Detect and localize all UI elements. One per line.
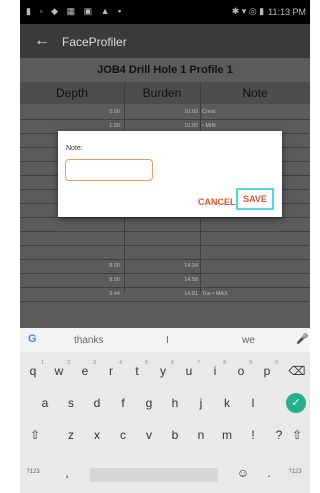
key-j[interactable]: j bbox=[190, 396, 212, 410]
key-g[interactable]: g bbox=[138, 396, 160, 410]
symbols-key-right[interactable]: ?123 bbox=[284, 469, 306, 475]
key-u[interactable]: u7 bbox=[178, 360, 200, 378]
app-bar: ← FaceProfiler bbox=[20, 24, 310, 58]
key-row-4: ?123 , ☺ . ?123 bbox=[20, 460, 310, 490]
suggestion-strip: G thanks I we 🎤 bbox=[20, 328, 310, 352]
key-z[interactable]: z bbox=[60, 428, 82, 442]
status-bar: ▮ ▫ ◆ ▦ ▣ ▲ ▪ ✱ ▾ ◎ ▮ 11:13 PM bbox=[20, 0, 310, 24]
table-row[interactable]: 0.00 10.00 Crest bbox=[20, 106, 310, 120]
key-b[interactable]: b bbox=[164, 428, 186, 442]
cell-burden: 10.00 bbox=[184, 109, 198, 115]
cell-depth: 8.00 bbox=[109, 263, 120, 269]
soft-keyboard: G thanks I we 🎤 q 1 w 2 e 3 r 4 t 5 y 6 u 7 i 8 o 9 p 0 ⌫ as… bbox=[20, 328, 310, 493]
cell-depth: 0.00 bbox=[109, 109, 120, 115]
space-bar[interactable] bbox=[90, 468, 218, 482]
suggestion-2[interactable]: I bbox=[166, 335, 169, 346]
key-s[interactable]: s bbox=[60, 396, 82, 410]
period-key[interactable]: . bbox=[258, 466, 280, 480]
cell-burden: 14.81 bbox=[184, 291, 198, 297]
key-d[interactable]: d bbox=[86, 396, 108, 410]
microphone-icon[interactable]: 🎤 bbox=[296, 334, 308, 345]
key-w[interactable]: w2 bbox=[48, 360, 70, 378]
table-row[interactable] bbox=[20, 246, 310, 260]
cancel-button[interactable]: CANCEL bbox=[198, 197, 236, 207]
table-row[interactable]: 9.00 14.58 bbox=[20, 274, 310, 288]
key-x[interactable]: x bbox=[86, 428, 108, 442]
table-row[interactable] bbox=[20, 218, 310, 232]
key-m[interactable]: m bbox=[216, 428, 238, 442]
job-title: JOB4 Drill Hole 1 Profile 1 bbox=[97, 64, 233, 76]
shift-icon[interactable]: ⇧ bbox=[24, 428, 46, 442]
key-f[interactable]: f bbox=[112, 396, 134, 410]
app-title: FaceProfiler bbox=[62, 35, 127, 49]
cell-note: Toe • MAX bbox=[202, 291, 228, 297]
key-q[interactable]: q1 bbox=[22, 360, 44, 378]
key-row-1: q 1 w 2 e 3 r 4 t 5 y 6 u 7 i 8 o 9 p 0 ⌫ bbox=[20, 358, 310, 388]
status-right-icons: ✱ ▾ ◎ ▮ bbox=[231, 6, 265, 16]
suggestion-1[interactable]: thanks bbox=[74, 335, 103, 346]
cell-note: • MIN bbox=[202, 123, 216, 129]
cell-depth: 9.44 bbox=[109, 291, 120, 297]
cell-depth: 9.00 bbox=[109, 277, 120, 283]
suggestion-3[interactable]: we bbox=[242, 335, 255, 346]
google-icon[interactable]: G bbox=[28, 333, 37, 345]
key-p[interactable]: p0 bbox=[256, 360, 278, 378]
table-header: Depth Burden Note bbox=[20, 82, 310, 104]
note-input[interactable] bbox=[65, 159, 153, 181]
key-k[interactable]: k bbox=[216, 396, 238, 410]
shift-right-icon[interactable]: ⇧ bbox=[286, 428, 308, 442]
key-c[interactable]: c bbox=[112, 428, 134, 442]
key-n[interactable]: n bbox=[190, 428, 212, 442]
table-row[interactable]: 8.00 14.34 bbox=[20, 260, 310, 274]
note-label: Note: bbox=[66, 145, 83, 152]
key-e[interactable]: e3 bbox=[74, 360, 96, 378]
column-header-depth: Depth bbox=[55, 86, 89, 100]
key-l[interactable]: l bbox=[242, 396, 264, 410]
status-left-icons: ▮ ▫ ◆ ▦ ▣ ▲ ▪ bbox=[26, 6, 125, 16]
device-screen: ▮ ▫ ◆ ▦ ▣ ▲ ▪ ✱ ▾ ◎ ▮ 11:13 PM ← FacePro… bbox=[20, 0, 310, 493]
key-a[interactable]: a bbox=[34, 396, 56, 410]
column-header-burden: Burden bbox=[142, 86, 182, 100]
status-time: 11:13 PM bbox=[268, 6, 306, 17]
backspace-icon[interactable]: ⌫ bbox=[286, 364, 308, 378]
table-row[interactable]: 9.44 14.81 Toe • MAX bbox=[20, 288, 310, 302]
emoji-icon[interactable]: ☺ bbox=[232, 466, 254, 480]
key-t[interactable]: t5 bbox=[126, 360, 148, 378]
cell-burden: 14.34 bbox=[184, 263, 198, 269]
key-o[interactable]: o9 bbox=[230, 360, 252, 378]
symbols-key[interactable]: ?123 bbox=[22, 469, 44, 475]
key-r[interactable]: r4 bbox=[100, 360, 122, 378]
key-y[interactable]: y6 bbox=[152, 360, 174, 378]
back-arrow-icon[interactable]: ← bbox=[34, 32, 50, 50]
key-h[interactable]: h bbox=[164, 396, 186, 410]
enter-key-icon[interactable]: ✓ bbox=[286, 393, 306, 413]
key-![interactable]: ! bbox=[242, 428, 264, 442]
key-row-3: z x c v b n m!? ⇧ ⇧ bbox=[20, 422, 310, 452]
key-row-2: a s d f g h j k l ✓ bbox=[20, 390, 310, 420]
key-v[interactable]: v bbox=[138, 428, 160, 442]
save-button[interactable]: SAVE bbox=[236, 188, 274, 210]
comma-key[interactable]: , bbox=[56, 466, 78, 480]
key-i[interactable]: i8 bbox=[204, 360, 226, 378]
note-dialog: Note: CANCEL SAVE bbox=[58, 131, 282, 217]
cell-burden: 10.00 bbox=[184, 123, 198, 129]
table-row[interactable] bbox=[20, 232, 310, 246]
column-header-note: Note bbox=[242, 86, 268, 100]
cell-burden: 14.58 bbox=[184, 277, 198, 283]
cell-depth: 1.00 bbox=[109, 123, 120, 129]
cell-note: Crest bbox=[202, 109, 216, 115]
